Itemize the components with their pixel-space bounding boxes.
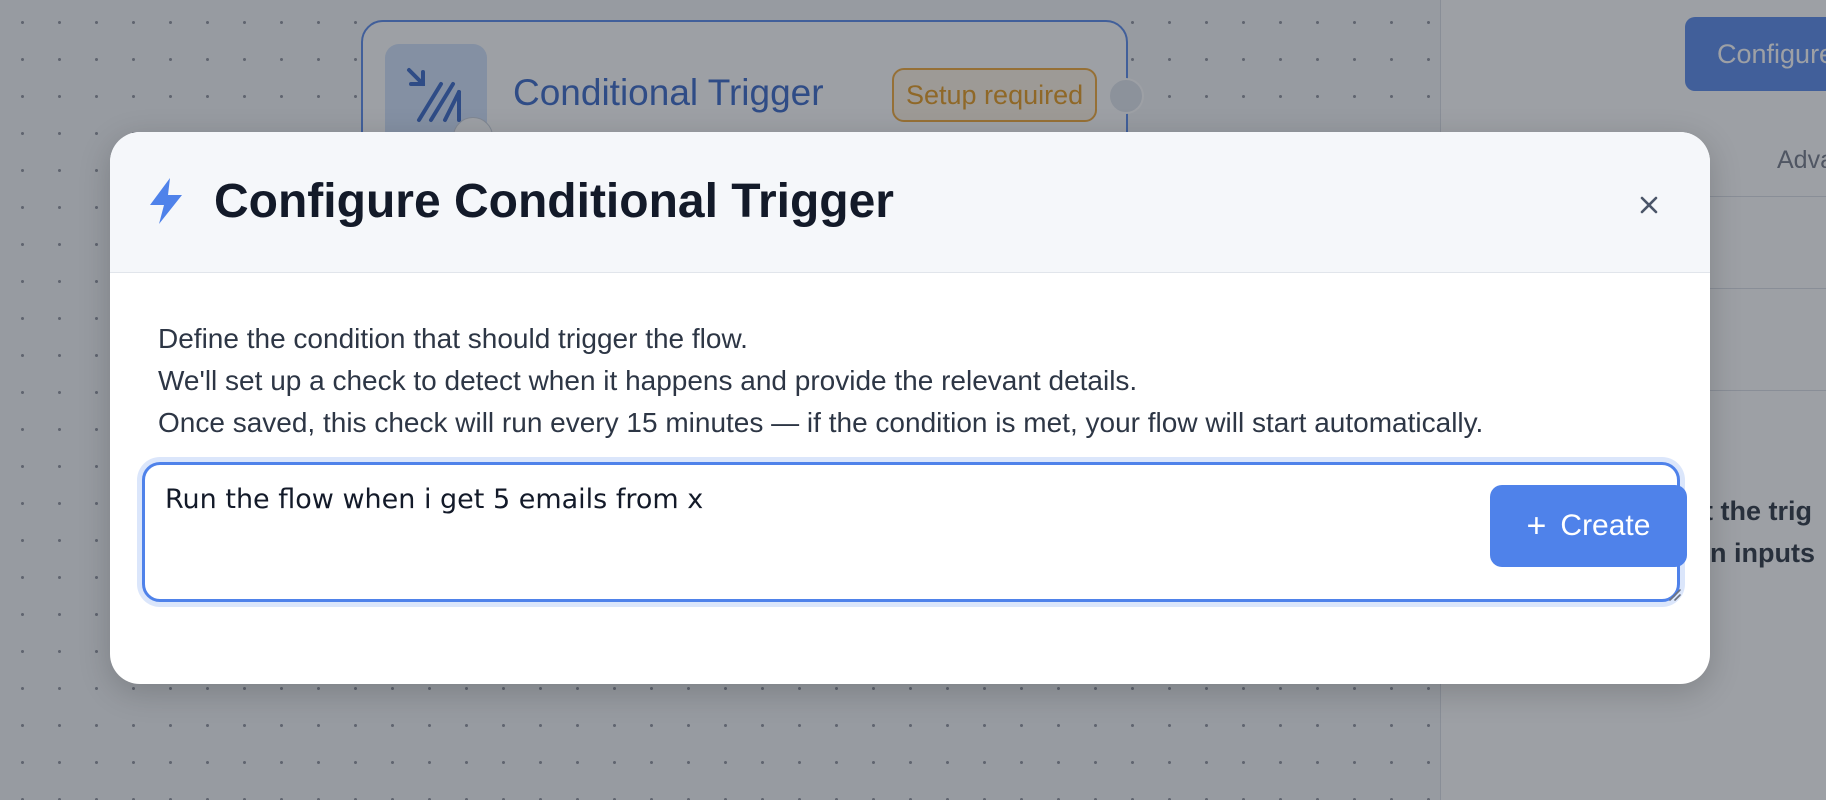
dialog-description: Define the condition that should trigger… (158, 318, 1483, 444)
condition-prompt-box: + Create (142, 462, 1687, 602)
description-line: We'll set up a check to detect when it h… (158, 365, 1138, 396)
configure-trigger-dialog: Configure Conditional Trigger Define the… (110, 132, 1710, 684)
close-icon (1640, 196, 1658, 214)
create-button[interactable]: + Create (1490, 485, 1687, 567)
plus-icon: + (1526, 507, 1547, 545)
create-button-label: Create (1560, 509, 1651, 542)
condition-input[interactable] (165, 481, 1455, 581)
description-line: Define the condition that should trigger… (158, 323, 748, 354)
bolt-icon (150, 178, 182, 224)
description-line: Once saved, this check will run every 15… (158, 407, 1484, 438)
close-button[interactable] (1630, 186, 1668, 224)
dialog-title: Configure Conditional Trigger (214, 175, 894, 228)
dialog-header: Configure Conditional Trigger (110, 132, 1710, 273)
resize-handle-icon[interactable] (1665, 585, 1681, 601)
